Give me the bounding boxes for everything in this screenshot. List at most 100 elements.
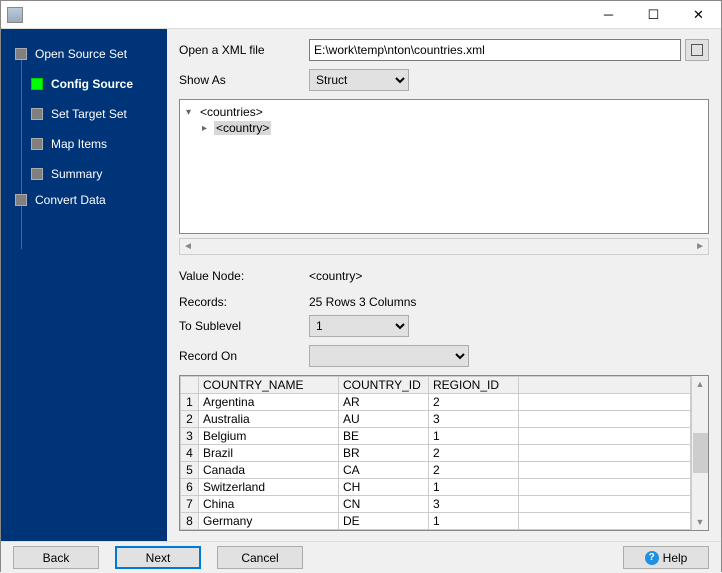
nav-step-4[interactable]: Summary (1, 163, 167, 185)
nav-box-icon (31, 138, 43, 150)
cell[interactable]: Brazil (199, 445, 339, 462)
row-number: 7 (181, 496, 199, 513)
cell[interactable]: 2 (429, 394, 519, 411)
records-label: Records: (179, 295, 309, 309)
col-header[interactable]: COUNTRY_ID (339, 377, 429, 394)
table-row[interactable]: 1ArgentinaAR2 (181, 394, 691, 411)
cell[interactable]: Canada (199, 462, 339, 479)
nav-step-2[interactable]: Set Target Set (1, 103, 167, 125)
cell[interactable]: 1 (429, 428, 519, 445)
table-row[interactable]: 6SwitzerlandCH1 (181, 479, 691, 496)
content-panel: Open a XML file Show As Struct ▾ <countr… (167, 29, 721, 541)
sublevel-label: To Sublevel (179, 319, 309, 333)
nav-step-0[interactable]: Open Source Set (1, 43, 167, 65)
row-number: 6 (181, 479, 199, 496)
browse-button[interactable] (685, 39, 709, 61)
xml-tree-panel[interactable]: ▾ <countries> ▸ <country> (179, 99, 709, 234)
grid-vscrollbar[interactable]: ▲ ▼ (691, 376, 708, 530)
table-row[interactable]: 5CanadaCA2 (181, 462, 691, 479)
tree-expand-icon[interactable]: ▸ (202, 123, 214, 134)
nav-box-icon (15, 48, 27, 60)
table-row[interactable]: 4BrazilBR2 (181, 445, 691, 462)
showas-select[interactable]: Struct (309, 69, 409, 91)
nav-box-icon (31, 78, 43, 90)
scroll-up-icon[interactable]: ▲ (696, 379, 705, 389)
table-row[interactable]: 8GermanyDE1 (181, 513, 691, 530)
close-button[interactable]: ✕ (676, 1, 721, 29)
cancel-button[interactable]: Cancel (217, 546, 303, 569)
scroll-thumb[interactable] (693, 433, 708, 473)
scroll-down-icon[interactable]: ▼ (696, 517, 705, 527)
recordon-select[interactable] (309, 345, 469, 367)
nav-label: Open Source Set (35, 47, 127, 61)
back-button[interactable]: Back (13, 546, 99, 569)
row-number: 5 (181, 462, 199, 479)
recordon-label: Record On (179, 349, 309, 363)
table-row[interactable]: 2AustraliaAU3 (181, 411, 691, 428)
nav-step-5[interactable]: Convert Data (1, 189, 167, 211)
tree-child-node[interactable]: <country> (214, 121, 271, 135)
row-number: 8 (181, 513, 199, 530)
nav-step-3[interactable]: Map Items (1, 133, 167, 155)
cell[interactable]: 2 (429, 462, 519, 479)
cell[interactable]: AR (339, 394, 429, 411)
open-file-label: Open a XML file (179, 43, 309, 57)
col-header[interactable]: COUNTRY_NAME (199, 377, 339, 394)
nav-label: Map Items (51, 137, 107, 151)
file-path-input[interactable] (309, 39, 681, 61)
row-number: 1 (181, 394, 199, 411)
nav-box-icon (31, 108, 43, 120)
cell[interactable]: 3 (429, 411, 519, 428)
nav-step-1[interactable]: Config Source (1, 73, 167, 95)
tree-hscrollbar[interactable]: ◄► (179, 238, 709, 255)
tree-collapse-icon[interactable]: ▾ (186, 107, 198, 118)
cell[interactable]: Argentina (199, 394, 339, 411)
window-controls: ─ ☐ ✕ (586, 1, 721, 29)
cell[interactable]: Australia (199, 411, 339, 428)
tree-root-node[interactable]: <countries> (198, 105, 265, 119)
titlebar: ─ ☐ ✕ (1, 1, 721, 29)
cell[interactable]: 1 (429, 513, 519, 530)
col-header[interactable]: REGION_ID (429, 377, 519, 394)
table-row[interactable]: 7ChinaCN3 (181, 496, 691, 513)
cell[interactable]: 2 (429, 445, 519, 462)
cell[interactable]: Switzerland (199, 479, 339, 496)
button-footer: Back Next Cancel ?Help (1, 541, 721, 573)
cell[interactable]: CA (339, 462, 429, 479)
wizard-sidebar: Open Source Set Config Source Set Target S… (1, 29, 167, 541)
nav-box-icon (15, 194, 27, 206)
nav-label: Convert Data (35, 193, 106, 207)
row-number: 2 (181, 411, 199, 428)
row-header-corner (181, 377, 199, 394)
row-number: 4 (181, 445, 199, 462)
showas-label: Show As (179, 73, 309, 87)
nav-label: Set Target Set (51, 107, 127, 121)
cell[interactable]: CH (339, 479, 429, 496)
cell[interactable]: BE (339, 428, 429, 445)
minimize-button[interactable]: ─ (586, 1, 631, 29)
value-node-value: <country> (309, 269, 362, 283)
app-icon (7, 7, 23, 23)
cell[interactable]: Germany (199, 513, 339, 530)
help-label: Help (663, 551, 688, 565)
table-row[interactable]: 3BelgiumBE1 (181, 428, 691, 445)
cell[interactable]: China (199, 496, 339, 513)
records-value: 25 Rows 3 Columns (309, 295, 416, 309)
nav-label: Config Source (51, 77, 133, 91)
maximize-button[interactable]: ☐ (631, 1, 676, 29)
sublevel-select[interactable]: 1 (309, 315, 409, 337)
value-node-label: Value Node: (179, 269, 309, 283)
cell[interactable]: CN (339, 496, 429, 513)
next-button[interactable]: Next (115, 546, 201, 569)
cell[interactable]: 3 (429, 496, 519, 513)
col-header-spacer (519, 377, 691, 394)
cell[interactable]: 1 (429, 479, 519, 496)
scroll-left-icon[interactable]: ◄ (183, 241, 193, 252)
cell[interactable]: BR (339, 445, 429, 462)
cell[interactable]: Belgium (199, 428, 339, 445)
cell[interactable]: AU (339, 411, 429, 428)
cell[interactable]: DE (339, 513, 429, 530)
scroll-right-icon[interactable]: ► (695, 241, 705, 252)
data-grid[interactable]: COUNTRY_NAMECOUNTRY_IDREGION_ID1Argentin… (179, 375, 709, 531)
help-button[interactable]: ?Help (623, 546, 709, 569)
